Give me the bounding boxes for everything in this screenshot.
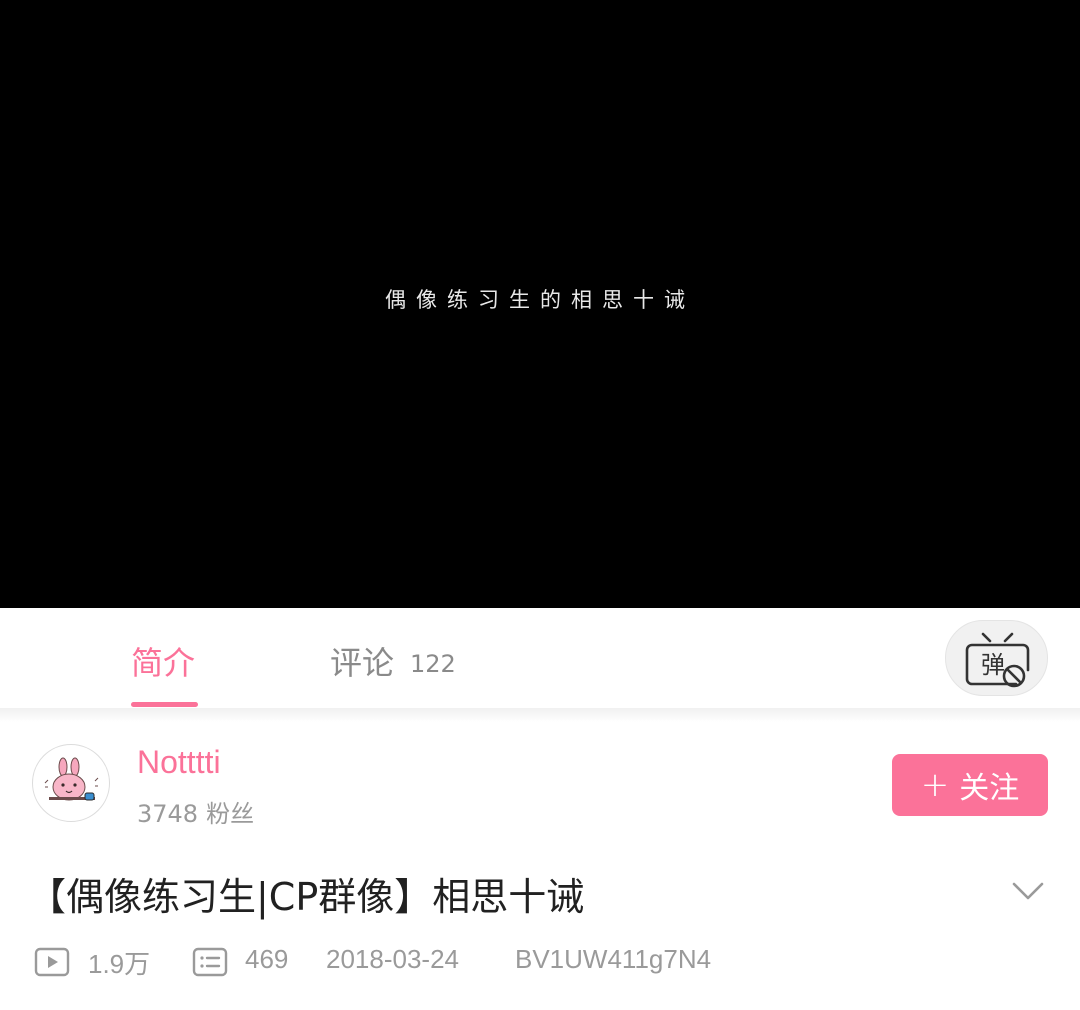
danmaku-count-icon — [192, 947, 228, 977]
tab-comments-label: 评论 — [330, 644, 395, 682]
publish-date: 2018-03-24 — [326, 944, 459, 974]
play-count-icon — [34, 947, 70, 977]
tab-bar: 简介 评论 122 弹 — [0, 608, 1080, 708]
danmaku-toggle-button[interactable]: 弹 — [945, 620, 1048, 696]
tab-intro[interactable]: 简介 — [131, 638, 195, 684]
bunny-avatar-icon — [44, 757, 99, 801]
view-count: 1.9万 — [88, 949, 151, 979]
expand-description-button[interactable] — [1008, 872, 1048, 912]
follow-label: 关注 — [959, 771, 1020, 806]
divider — [0, 708, 1080, 722]
fans-count: 3748 — [137, 800, 199, 828]
video-title: 【偶像练习生|CP群像】相思十诫 — [28, 875, 585, 919]
uploader-fans: 3748 粉丝 — [137, 794, 254, 829]
follow-button[interactable]: + 关注 — [892, 754, 1048, 816]
tab-active-indicator — [131, 702, 198, 707]
video-player[interactable]: 偶像练习生的相思十诫 — [0, 0, 1080, 608]
uploader-name[interactable]: Notttti — [137, 744, 221, 781]
danmaku-count: 469 — [245, 944, 289, 974]
danmaku-off-icon: 弹 — [965, 632, 1030, 688]
danmaku-glyph: 弹 — [981, 651, 1005, 679]
plus-icon: + — [920, 765, 950, 805]
video-caption: 偶像练习生的相思十诫 — [385, 288, 695, 312]
bv-id: BV1UW411g7N4 — [515, 944, 712, 974]
tab-intro-label: 简介 — [131, 644, 196, 682]
chevron-down-icon — [1012, 882, 1044, 900]
uploader-avatar[interactable] — [32, 744, 110, 822]
fans-label: 粉丝 — [206, 800, 255, 828]
tab-comments-count: 122 — [410, 650, 456, 678]
tab-comments[interactable]: 评论 122 — [330, 638, 456, 684]
